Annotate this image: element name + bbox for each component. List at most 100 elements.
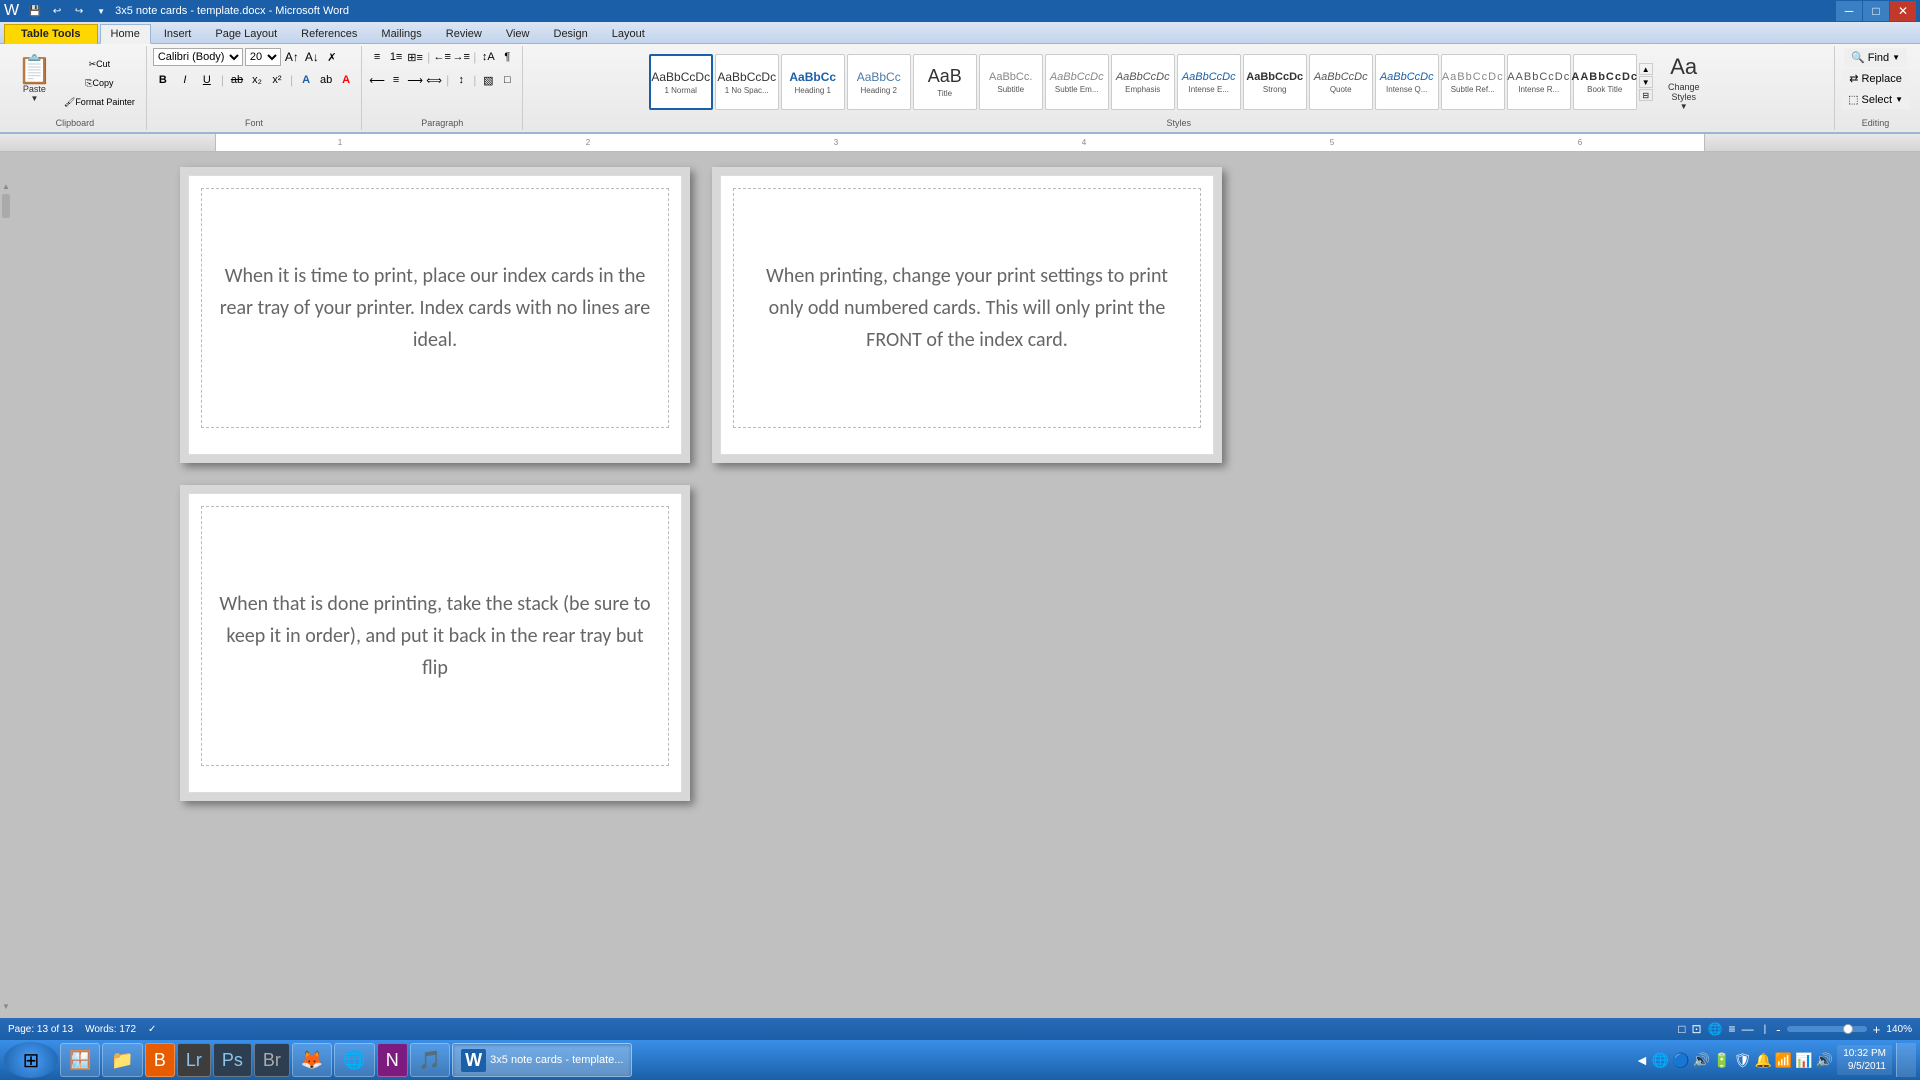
justify-button[interactable]: ⟺	[425, 71, 443, 89]
web-view-btn[interactable]: 🌐	[1708, 1022, 1723, 1036]
tab-view[interactable]: View	[495, 24, 541, 43]
sort-button[interactable]: ↕A	[479, 48, 497, 66]
style-strong[interactable]: AaBbCcDc Strong	[1243, 54, 1307, 110]
systray-arrow[interactable]: ◄	[1635, 1052, 1649, 1068]
select-button[interactable]: ⬚ Select ▼	[1841, 90, 1910, 109]
copy-button[interactable]: ⎘ Copy	[59, 74, 140, 92]
systray-updates[interactable]: 🔔	[1754, 1052, 1771, 1069]
italic-button[interactable]: I	[175, 71, 195, 89]
styles-scroll-more[interactable]: ⊟	[1639, 89, 1653, 101]
show-desktop-btn[interactable]	[1896, 1043, 1916, 1077]
style-title[interactable]: AaB Title	[913, 54, 977, 110]
systray-bar1[interactable]: 📶	[1775, 1052, 1792, 1069]
style-intense-em[interactable]: AaBbCcDc Intense E...	[1177, 54, 1241, 110]
taskbar-item-explorer[interactable]: 📁	[102, 1043, 142, 1077]
maximize-btn[interactable]: □	[1863, 1, 1889, 21]
redo-quick-btn[interactable]: ↪	[69, 2, 89, 20]
style-emphasis[interactable]: AaBbCcDc Emphasis	[1111, 54, 1175, 110]
style-no-spacing[interactable]: AaBbCcDc 1 No Spac...	[715, 54, 779, 110]
tab-mailings[interactable]: Mailings	[370, 24, 432, 43]
tab-references[interactable]: References	[290, 24, 368, 43]
taskbar-item-lightroom[interactable]: Lr	[177, 1043, 211, 1077]
show-marks-button[interactable]: ¶	[498, 48, 516, 66]
styles-scroll-down[interactable]: ▼	[1639, 76, 1653, 88]
style-subtitle[interactable]: AaBbCc. Subtitle	[979, 54, 1043, 110]
shading-button[interactable]: ▧	[479, 71, 497, 89]
align-center-button[interactable]: ≡	[387, 71, 405, 89]
numbering-button[interactable]: 1≡	[387, 48, 405, 66]
superscript-button[interactable]: x²	[268, 71, 286, 89]
multilevel-button[interactable]: ⊞≡	[406, 48, 424, 66]
font-size-select[interactable]: 20	[245, 48, 281, 66]
style-normal[interactable]: AaBbCcDc 1 Normal	[649, 54, 713, 110]
underline-button[interactable]: U	[197, 71, 217, 89]
tab-review[interactable]: Review	[435, 24, 493, 43]
tab-design[interactable]: Design	[543, 24, 599, 43]
card-text-box-2[interactable]: When printing, change your print setting…	[733, 188, 1201, 428]
style-book-title[interactable]: AABbCcDc Book Title	[1573, 54, 1637, 110]
tab-insert[interactable]: Insert	[153, 24, 203, 43]
zoom-in-btn[interactable]: +	[1873, 1022, 1881, 1037]
cut-button[interactable]: ✂ Cut	[59, 55, 140, 73]
shrink-font-button[interactable]: A↓	[303, 48, 321, 66]
taskbar-item-chrome[interactable]: 🌐	[334, 1043, 374, 1077]
indent-increase-button[interactable]: →≡	[452, 48, 470, 66]
print-view-btn[interactable]: □	[1678, 1022, 1685, 1036]
customize-quick-btn[interactable]: ▼	[91, 2, 111, 20]
style-heading1[interactable]: AaBbCc Heading 1	[781, 54, 845, 110]
highlight-button[interactable]: ab	[317, 71, 335, 89]
replace-button[interactable]: ⇄ Replace	[1842, 69, 1909, 88]
systray-battery[interactable]: 🔋	[1713, 1052, 1730, 1069]
card-text-box-1[interactable]: When it is time to print, place our inde…	[201, 188, 669, 428]
find-button[interactable]: 🔍 Find ▼	[1844, 48, 1907, 67]
bold-button[interactable]: B	[153, 71, 173, 89]
fullscreen-view-btn[interactable]: ⊡	[1692, 1022, 1702, 1036]
taskbar-item-vlc[interactable]: 🎵	[410, 1043, 450, 1077]
style-heading2[interactable]: AaBbCc Heading 2	[847, 54, 911, 110]
taskbar-item-photoshop[interactable]: Ps	[213, 1043, 252, 1077]
spell-check-icon[interactable]: ✓	[148, 1024, 156, 1035]
format-painter-button[interactable]: 🖌 Format Painter	[59, 93, 140, 111]
paste-button[interactable]: 📋 Paste ▼	[10, 53, 59, 111]
font-family-select[interactable]: Calibri (Body)	[153, 48, 243, 66]
style-intense-q[interactable]: AaBbCcDc Intense Q...	[1375, 54, 1439, 110]
close-btn[interactable]: ✕	[1890, 1, 1916, 21]
systray-volume[interactable]: 🔊	[1693, 1052, 1710, 1069]
undo-quick-btn[interactable]: ↩	[47, 2, 67, 20]
styles-scroll-up[interactable]: ▲	[1639, 63, 1653, 75]
save-quick-btn[interactable]: 💾	[25, 2, 45, 20]
minimize-btn[interactable]: ─	[1836, 1, 1862, 21]
strikethrough-button[interactable]: ab	[228, 71, 246, 89]
scroll-down-arrow[interactable]: ▼	[2, 1002, 10, 1010]
tab-layout[interactable]: Layout	[601, 24, 656, 43]
indent-decrease-button[interactable]: ←≡	[433, 48, 451, 66]
style-quote[interactable]: AaBbCcDc Quote	[1309, 54, 1373, 110]
start-button[interactable]: ⊞	[4, 1042, 58, 1078]
draft-view-btn[interactable]: —	[1742, 1022, 1754, 1036]
systray-security[interactable]: 🛡	[1734, 1052, 1752, 1069]
taskbar-item-bridge[interactable]: Br	[254, 1043, 290, 1077]
taskbar-item-word[interactable]: W 3x5 note cards - template...	[452, 1043, 632, 1077]
change-styles-button[interactable]: Aa ChangeStyles ▼	[1659, 52, 1709, 113]
clock[interactable]: 10:32 PM 9/5/2011	[1837, 1045, 1892, 1075]
systray-bar2[interactable]: 📊	[1795, 1052, 1812, 1069]
style-subtle-em[interactable]: AaBbCcDc Subtle Em...	[1045, 54, 1109, 110]
taskbar-item-windows[interactable]: 🪟	[60, 1043, 100, 1077]
taskbar-item-onenote[interactable]: N	[377, 1043, 408, 1077]
text-effects-button[interactable]: A	[297, 71, 315, 89]
zoom-out-btn[interactable]: -	[1776, 1022, 1780, 1037]
systray-bluetooth[interactable]: 🔵	[1672, 1052, 1689, 1069]
tab-page-layout[interactable]: Page Layout	[204, 24, 288, 43]
taskbar-item-orange[interactable]: B	[145, 1043, 175, 1077]
line-spacing-button[interactable]: ↕	[452, 71, 470, 89]
align-right-button[interactable]: ⟶	[406, 71, 424, 89]
style-intense-r[interactable]: AABbCcDc Intense R...	[1507, 54, 1571, 110]
grow-font-button[interactable]: A↑	[283, 48, 301, 66]
subscript-button[interactable]: x₂	[248, 71, 266, 89]
scroll-thumb[interactable]	[2, 194, 10, 218]
bullets-button[interactable]: ≡	[368, 48, 386, 66]
style-subtle-ref[interactable]: AaBbCcDc Subtle Ref...	[1441, 54, 1505, 110]
taskbar-item-firefox[interactable]: 🦊	[292, 1043, 332, 1077]
tab-table-tools[interactable]: Table Tools	[4, 24, 98, 44]
align-left-button[interactable]: ⟵	[368, 71, 386, 89]
